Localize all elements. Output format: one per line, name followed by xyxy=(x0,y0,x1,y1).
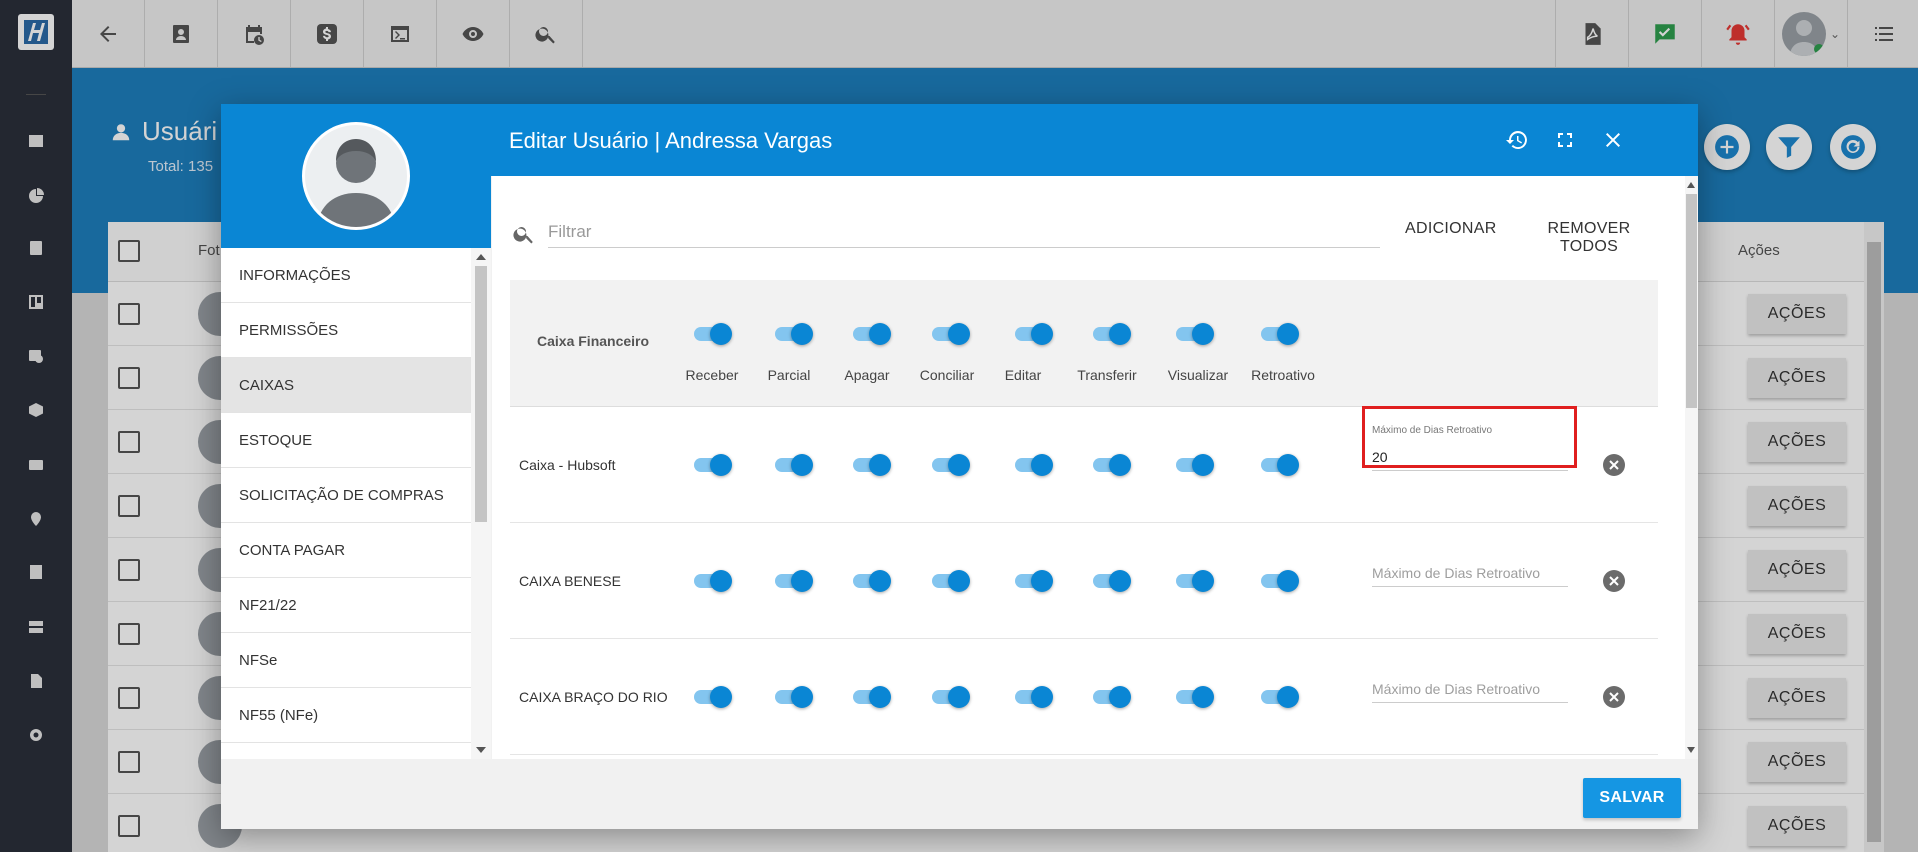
menu-item-conta-pagar[interactable]: CONTA PAGAR xyxy=(221,523,471,578)
toggle-transferir[interactable] xyxy=(1093,682,1133,710)
caixa-row-label: CAIXA BRAÇO DO RIO xyxy=(519,689,668,705)
profile-header xyxy=(221,104,491,248)
toggle-parcial[interactable] xyxy=(775,682,815,710)
menu-scrollbar[interactable] xyxy=(471,248,491,759)
menu-scrollbar-thumb[interactable] xyxy=(475,266,487,522)
column-parcial: Parcial xyxy=(767,367,811,383)
column-apagar: Apagar xyxy=(844,367,890,383)
menu-item-estoque[interactable]: ESTOQUE xyxy=(221,413,471,468)
caixa-row-label: CAIXA BENESE xyxy=(519,573,621,589)
menu-item-informacoes[interactable]: INFORMAÇÕES xyxy=(221,248,471,303)
menu-item-permissoes[interactable]: PERMISSÕES xyxy=(221,303,471,358)
menu-item-nfse[interactable]: NFSe xyxy=(221,633,471,688)
search-icon xyxy=(512,222,536,246)
modal-footer: SALVAR xyxy=(221,759,1698,829)
column-editar: Editar xyxy=(1004,367,1042,383)
toggle-parcial[interactable] xyxy=(775,566,815,594)
toggle-visualizar[interactable] xyxy=(1176,682,1216,710)
save-button[interactable]: SALVAR xyxy=(1583,778,1681,818)
filter-row: ADICIONAR REMOVER TODOS xyxy=(510,212,1650,256)
toggle-all-parcial[interactable] xyxy=(775,319,815,347)
caixa-row-label: Caixa - Hubsoft xyxy=(519,457,616,473)
toggle-visualizar[interactable] xyxy=(1176,566,1216,594)
max-dias-retroativo-field xyxy=(1372,671,1568,703)
column-retroativo: Retroativo xyxy=(1251,367,1315,383)
scroll-down-icon[interactable] xyxy=(1687,747,1695,753)
toggle-all-transferir[interactable] xyxy=(1093,319,1133,347)
close-icon xyxy=(1609,692,1619,702)
toggle-visualizar[interactable] xyxy=(1176,450,1216,478)
caixa-row: CAIXA BENESE xyxy=(510,523,1658,639)
toggle-all-receber[interactable] xyxy=(694,319,734,347)
content-scrollbar[interactable] xyxy=(1685,176,1698,759)
max-dias-retroativo-label: Máximo de Dias Retroativo xyxy=(1372,425,1493,436)
max-dias-retroativo-field: Máximo de Dias Retroativo xyxy=(1372,425,1568,471)
permissions-table: Caixa Financeiro Receber Parcial Apagar … xyxy=(510,280,1658,755)
scroll-down-icon[interactable] xyxy=(476,747,486,753)
edit-user-modal: INFORMAÇÕES PERMISSÕES CAIXAS ESTOQUE SO… xyxy=(221,104,1698,829)
close-button[interactable] xyxy=(1597,124,1629,156)
caixas-panel: ADICIONAR REMOVER TODOS Caixa Financeiro… xyxy=(492,176,1685,759)
profile-avatar xyxy=(302,122,410,230)
toggle-editar[interactable] xyxy=(1015,450,1055,478)
toggle-all-apagar[interactable] xyxy=(853,319,893,347)
content-scrollbar-thumb[interactable] xyxy=(1686,194,1697,408)
toggle-all-visualizar[interactable] xyxy=(1176,319,1216,347)
caixa-row: CAIXA BRAÇO DO RIO xyxy=(510,639,1658,755)
filter-input[interactable] xyxy=(548,216,1380,248)
toggle-apagar[interactable] xyxy=(853,566,893,594)
toggle-apagar[interactable] xyxy=(853,450,893,478)
remove-caixa-button[interactable] xyxy=(1603,686,1625,708)
modal-sidebar: INFORMAÇÕES PERMISSÕES CAIXAS ESTOQUE SO… xyxy=(221,104,491,759)
column-transferir: Transferir xyxy=(1077,367,1137,383)
toggle-transferir[interactable] xyxy=(1093,566,1133,594)
max-dias-retroativo-input[interactable] xyxy=(1372,675,1568,703)
max-dias-retroativo-input[interactable] xyxy=(1372,559,1568,587)
toggle-editar[interactable] xyxy=(1015,682,1055,710)
modal-menu: INFORMAÇÕES PERMISSÕES CAIXAS ESTOQUE SO… xyxy=(221,248,471,759)
modal-title: Editar Usuário | Andressa Vargas xyxy=(509,128,833,153)
toggle-receber[interactable] xyxy=(694,450,734,478)
caixa-row: Caixa - Hubsoft Máximo de Dias Retroativ… xyxy=(510,407,1658,523)
close-icon xyxy=(1609,460,1619,470)
menu-item-nf55[interactable]: NF55 (NFe) xyxy=(221,688,471,743)
menu-item-nf21-22[interactable]: NF21/22 xyxy=(221,578,471,633)
remove-caixa-button[interactable] xyxy=(1603,454,1625,476)
column-visualizar: Visualizar xyxy=(1167,367,1229,383)
fullscreen-icon xyxy=(1558,133,1572,147)
toggle-conciliar[interactable] xyxy=(932,450,972,478)
toggle-retroativo[interactable] xyxy=(1261,566,1301,594)
toggle-conciliar[interactable] xyxy=(932,682,972,710)
toggle-parcial[interactable] xyxy=(775,450,815,478)
toggle-transferir[interactable] xyxy=(1093,450,1133,478)
menu-item-solicitacao-compras[interactable]: SOLICITAÇÃO DE COMPRAS xyxy=(221,468,471,523)
scroll-up-icon[interactable] xyxy=(476,254,486,260)
close-icon xyxy=(1606,133,1620,147)
toggle-apagar[interactable] xyxy=(853,682,893,710)
toggle-editar[interactable] xyxy=(1015,566,1055,594)
toggle-receber[interactable] xyxy=(694,566,734,594)
header-row-label: Caixa Financeiro xyxy=(537,333,650,349)
toggle-conciliar[interactable] xyxy=(932,566,972,594)
max-dias-retroativo-input[interactable] xyxy=(1372,443,1568,471)
remove-all-button[interactable]: REMOVER TODOS xyxy=(1528,220,1650,256)
modal-header: Editar Usuário | Andressa Vargas xyxy=(491,104,1698,176)
menu-item-caixas[interactable]: CAIXAS xyxy=(221,358,471,413)
toggle-receber[interactable] xyxy=(694,682,734,710)
toggle-retroativo[interactable] xyxy=(1261,682,1301,710)
history-button[interactable] xyxy=(1501,124,1533,156)
close-icon xyxy=(1609,576,1619,586)
toggle-all-editar[interactable] xyxy=(1015,319,1055,347)
history-icon xyxy=(1506,131,1527,149)
scroll-up-icon[interactable] xyxy=(1687,182,1695,188)
max-dias-retroativo-field xyxy=(1372,555,1568,587)
add-button[interactable]: ADICIONAR xyxy=(1405,220,1497,238)
toggle-retroativo[interactable] xyxy=(1261,450,1301,478)
fullscreen-button[interactable] xyxy=(1549,124,1581,156)
toggle-all-retroativo[interactable] xyxy=(1261,319,1301,347)
permissions-header-row: Caixa Financeiro Receber Parcial Apagar … xyxy=(510,280,1658,407)
toggle-all-conciliar[interactable] xyxy=(932,319,972,347)
remove-caixa-button[interactable] xyxy=(1603,570,1625,592)
